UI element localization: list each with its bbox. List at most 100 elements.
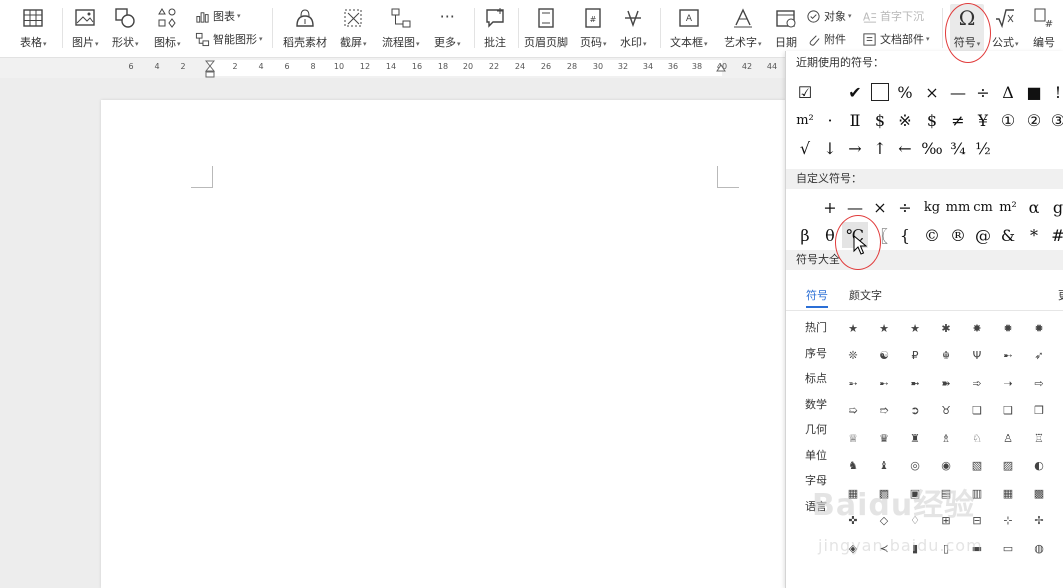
symbol-cell[interactable]: ← — [892, 135, 918, 161]
tab-symbols[interactable]: 符号 — [806, 287, 828, 308]
grid-symbol[interactable]: ♘ — [962, 425, 992, 451]
grid-symbol[interactable]: ❒ — [1024, 398, 1054, 424]
grid-symbol[interactable]: ◍ — [1024, 535, 1054, 561]
symbol-cell[interactable]: ↓ — [817, 135, 843, 161]
grid-symbol[interactable]: ♜ — [900, 425, 930, 451]
more-button[interactable]: ··· 更多▾ — [434, 4, 461, 54]
grid-symbol[interactable]: ◐ — [1024, 453, 1054, 479]
grid-symbol[interactable]: ▦ — [838, 480, 868, 506]
grid-symbol[interactable]: ✸ — [962, 315, 992, 341]
grid-symbol[interactable]: ⊹ — [993, 508, 1023, 534]
symbol-cell[interactable]: ¾ — [945, 135, 971, 161]
symbol-cell[interactable]: Δ — [995, 79, 1021, 105]
grid-symbol[interactable]: ▥ — [962, 480, 992, 506]
symbol-cell[interactable]: * — [1021, 222, 1047, 248]
grid-symbol[interactable]: ✹ — [993, 315, 1023, 341]
wordart-button[interactable]: 艺术字▾ — [724, 4, 762, 54]
grid-symbol[interactable]: ➸ — [869, 370, 899, 396]
attachment-button[interactable]: 附件 — [806, 30, 846, 48]
category-item[interactable]: 热门 — [798, 319, 834, 335]
symbol-cell[interactable]: $ — [919, 107, 945, 133]
category-item[interactable]: 序号 — [798, 345, 834, 361]
grid-symbol[interactable]: ▤ — [931, 480, 961, 506]
smart-shape-button[interactable]: 智能图形 ▾ — [195, 30, 263, 48]
grid-symbol[interactable]: ✢ — [1024, 508, 1054, 534]
table-button[interactable]: 表格▾ — [20, 4, 47, 54]
grid-symbol[interactable]: ➶ — [1024, 343, 1054, 369]
category-item[interactable]: 单位 — [798, 447, 834, 463]
grid-symbol[interactable]: ♢ — [900, 508, 930, 534]
category-item[interactable]: 数学 — [798, 396, 834, 412]
grid-symbol[interactable]: ♗ — [931, 425, 961, 451]
chart-button[interactable]: 图表 ▾ — [195, 7, 241, 25]
category-item[interactable]: 字母 — [798, 472, 834, 488]
symbol-cell[interactable]: Ⅱ — [842, 107, 868, 133]
grid-symbol[interactable]: ♉ — [931, 398, 961, 424]
symbol-cell[interactable]: × — [919, 79, 945, 105]
grid-symbol[interactable]: ➯ — [838, 398, 868, 424]
flowchart-button[interactable]: 流程图▾ — [382, 4, 420, 54]
symbol-button[interactable]: Ω 符号▾ — [950, 4, 984, 54]
grid-symbol[interactable]: ★ — [900, 315, 930, 341]
grid-symbol[interactable]: ♙ — [993, 425, 1023, 451]
grid-symbol[interactable]: ▮ — [900, 535, 930, 561]
grid-symbol[interactable]: ★ — [838, 315, 868, 341]
symbol-cell[interactable]: + — [817, 194, 843, 220]
symbol-cell[interactable]: ③ — [1045, 107, 1063, 133]
symbol-cell[interactable]: ↑ — [867, 135, 893, 161]
symbol-cell[interactable]: mm — [945, 194, 971, 220]
grid-symbol[interactable]: ★ — [869, 315, 899, 341]
grid-symbol[interactable]: ➸ — [993, 343, 1023, 369]
symbol-cell[interactable]: { — [892, 222, 918, 248]
tab-kaomoji[interactable]: 颜文字 — [849, 287, 882, 303]
icon-button[interactable]: 图标▾ — [154, 4, 181, 54]
symbol-cell[interactable]: ‰ — [919, 135, 945, 161]
grid-symbol[interactable]: ⊟ — [962, 508, 992, 534]
grid-symbol[interactable]: ➽ — [931, 370, 961, 396]
symbol-cell[interactable]: cm — [970, 194, 996, 220]
symbol-cell[interactable]: → — [842, 135, 868, 161]
symbol-cell[interactable]: × — [867, 194, 893, 220]
grid-symbol[interactable]: ♝ — [869, 453, 899, 479]
horizontal-ruler[interactable]: 6422468101214161820222426283032343638404… — [0, 58, 785, 78]
screenshot-button[interactable]: 截屏▾ — [340, 4, 367, 54]
grid-symbol[interactable]: ◉ — [931, 453, 961, 479]
symbol-cell[interactable]: ® — [945, 222, 971, 248]
grid-symbol[interactable]: ✹ — [1024, 315, 1054, 341]
symbol-cell[interactable] — [817, 79, 843, 105]
symbol-cell[interactable]: √ — [792, 135, 818, 161]
grid-symbol[interactable]: ◇ — [869, 508, 899, 534]
symbol-cell[interactable]: $ — [867, 107, 893, 133]
grid-symbol[interactable]: ▩ — [1024, 480, 1054, 506]
grid-symbol[interactable]: ✱ — [931, 315, 961, 341]
grid-symbol[interactable]: ➵ — [838, 370, 868, 396]
drop-cap-button[interactable]: A 首字下沉 — [862, 7, 924, 25]
textbox-button[interactable]: A 文本框▾ — [670, 4, 708, 54]
grid-symbol[interactable]: ❑ — [993, 398, 1023, 424]
grid-symbol[interactable]: ♖ — [1024, 425, 1054, 451]
symbol-cell[interactable]: α — [1021, 194, 1047, 220]
shape-button[interactable]: 形状▾ — [112, 4, 139, 54]
document-page[interactable] — [101, 100, 785, 588]
symbol-cell[interactable]: — — [842, 194, 868, 220]
grid-symbol[interactable]: ♞ — [838, 453, 868, 479]
symbol-cell[interactable]: ÷ — [970, 79, 996, 105]
symbol-cell[interactable]: ÷ — [892, 194, 918, 220]
symbol-cell[interactable]: 〖 — [867, 222, 893, 248]
grid-symbol[interactable]: ▨ — [993, 453, 1023, 479]
symbol-cell[interactable]: ! — [1045, 79, 1063, 105]
symbol-cell[interactable]: ½ — [970, 135, 996, 161]
grid-symbol[interactable]: ▣ — [900, 480, 930, 506]
watermark-button[interactable]: 水印▾ — [620, 4, 647, 54]
grid-symbol[interactable]: ⊞ — [931, 508, 961, 534]
grid-symbol[interactable]: ▩ — [869, 480, 899, 506]
symbol-cell[interactable]: ① — [995, 107, 1021, 133]
grid-symbol[interactable]: ▭ — [993, 535, 1023, 561]
symbol-cell[interactable]: ¥ — [970, 107, 996, 133]
symbol-cell[interactable]: ☑ — [792, 79, 818, 105]
grid-symbol[interactable]: ▯ — [931, 535, 961, 561]
symbol-cell[interactable]: ② — [1021, 107, 1047, 133]
symbol-cell[interactable]: ≠ — [945, 107, 971, 133]
material-button[interactable]: 稻壳素材 — [283, 4, 327, 54]
symbol-cell[interactable]: ✔ — [842, 79, 868, 105]
